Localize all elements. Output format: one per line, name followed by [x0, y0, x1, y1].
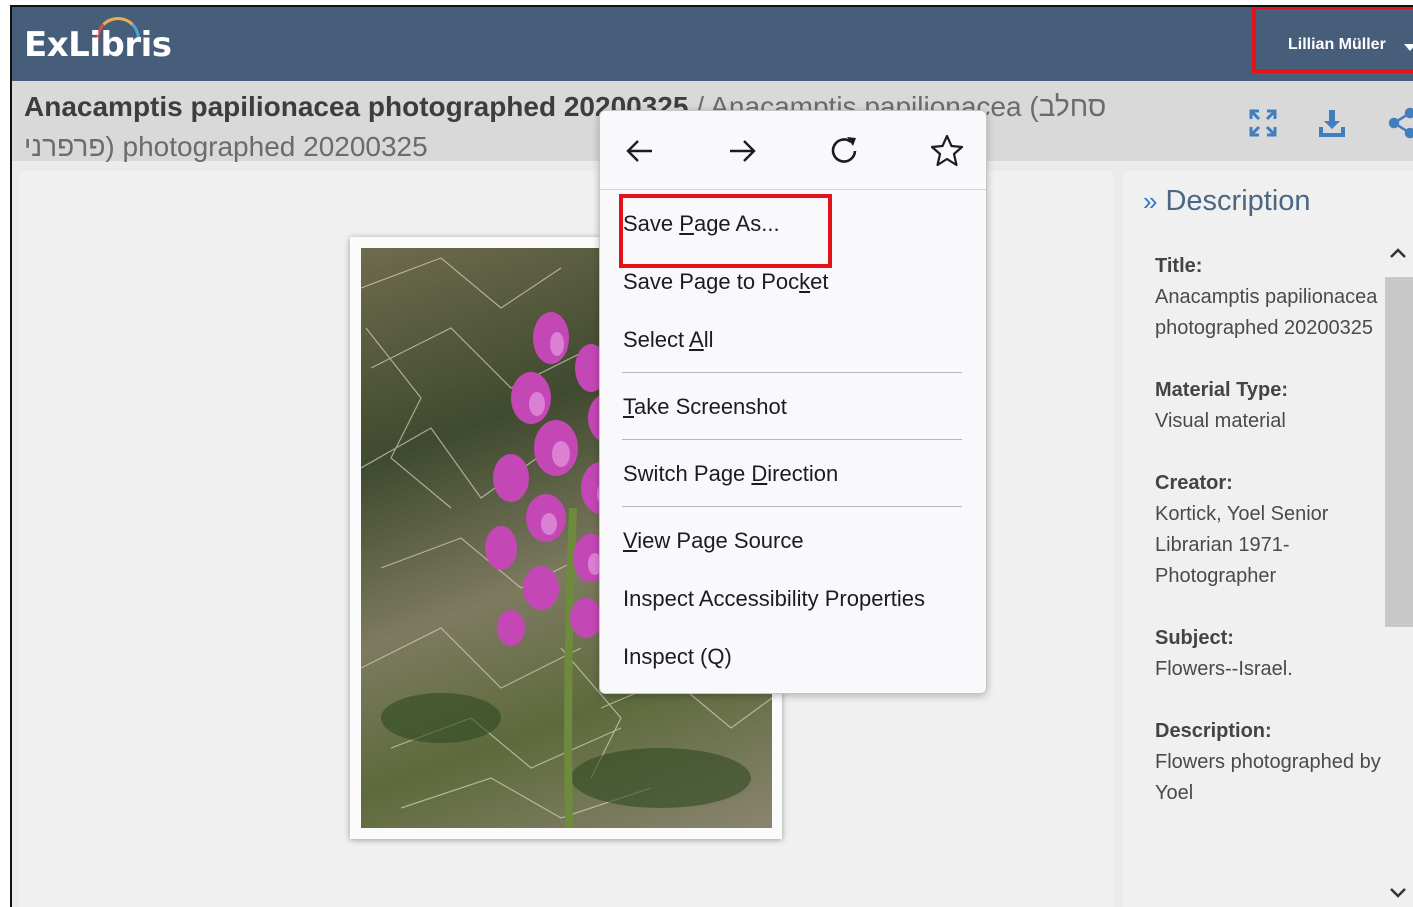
field-material-type: Material Type: Visual material	[1155, 375, 1385, 437]
field-subject: Subject: Flowers--Israel.	[1155, 623, 1385, 685]
menu-separator	[622, 506, 962, 507]
top-bar: ExLibris Lillian Müller	[12, 7, 1413, 81]
user-highlight-box	[1252, 7, 1413, 73]
field-label: Creator:	[1155, 472, 1233, 494]
description-panel: » Description Title: Anacamptis papiliona…	[1123, 171, 1413, 907]
scroll-down-icon[interactable]	[1388, 881, 1408, 907]
field-value: Kortick, Yoel Senior Librarian 1971- Pho…	[1155, 503, 1329, 587]
scroll-up-icon[interactable]	[1388, 241, 1408, 267]
description-header[interactable]: » Description	[1143, 185, 1311, 218]
field-label: Subject:	[1155, 627, 1234, 649]
menu-item-inspect[interactable]: Inspect (Q)	[623, 644, 732, 670]
title-main: Anacamptis papilionacea photographed 202…	[24, 91, 689, 122]
menu-item-select-all[interactable]: Select All	[623, 327, 714, 353]
menu-item-save-to-pocket[interactable]: Save Page to Pocket	[623, 269, 828, 295]
menu-item-view-page-source[interactable]: View Page Source	[623, 528, 804, 554]
field-value: Flowers photographed by Yoel	[1155, 751, 1381, 804]
description-title: Description	[1165, 185, 1311, 217]
menu-separator	[622, 439, 962, 440]
description-scrollbar[interactable]	[1383, 241, 1413, 907]
bookmark-star-icon[interactable]	[925, 129, 969, 173]
context-menu-nav	[600, 111, 986, 190]
menu-item-switch-page-direction[interactable]: Switch Page Direction	[623, 461, 838, 487]
field-creator: Creator: Kortick, Yoel Senior Librarian …	[1155, 468, 1385, 592]
description-fields: Title: Anacamptis papilionacea photograp…	[1155, 251, 1385, 840]
field-value: Visual material	[1155, 410, 1286, 432]
fullscreen-icon[interactable]	[1247, 107, 1279, 139]
field-label: Material Type:	[1155, 379, 1288, 401]
field-title: Title: Anacamptis papilionacea photograp…	[1155, 251, 1385, 344]
share-icon[interactable]	[1386, 107, 1413, 139]
field-value: Anacamptis papilionacea photographed 202…	[1155, 286, 1378, 339]
save-page-highlight-box	[619, 194, 832, 268]
field-description: Description: Flowers photographed by Yoe…	[1155, 716, 1385, 809]
exlibris-logo[interactable]: ExLibris	[24, 25, 172, 65]
scroll-thumb[interactable]	[1385, 277, 1413, 627]
double-chevron-right-icon[interactable]: »	[1143, 186, 1157, 216]
menu-item-inspect-accessibility[interactable]: Inspect Accessibility Properties	[623, 586, 925, 612]
reload-icon[interactable]	[822, 129, 866, 173]
back-arrow-icon[interactable]	[618, 129, 662, 173]
field-label: Title:	[1155, 255, 1203, 277]
field-value: Flowers--Israel.	[1155, 658, 1293, 680]
download-icon[interactable]	[1316, 107, 1348, 139]
menu-separator	[622, 372, 962, 373]
field-label: Description:	[1155, 720, 1272, 742]
forward-arrow-icon[interactable]	[720, 129, 764, 173]
menu-item-take-screenshot[interactable]: Take Screenshot	[623, 394, 787, 420]
